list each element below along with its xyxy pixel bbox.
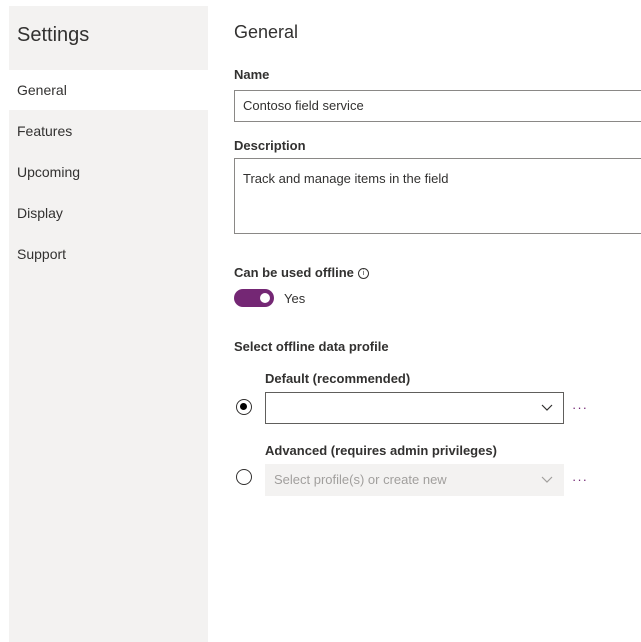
sidebar-item-features[interactable]: Features (9, 111, 208, 151)
sidebar-title: Settings (17, 24, 90, 46)
offline-toggle[interactable] (234, 289, 274, 307)
toggle-knob (260, 293, 270, 303)
page-title: General (234, 22, 299, 42)
description-input[interactable]: Track and manage items in the field (234, 158, 641, 234)
advanced-profile-placeholder: Select profile(s) or create new (274, 472, 447, 487)
default-option-label: Default (recommended) (265, 371, 411, 386)
offline-toggle-state: Yes (284, 291, 306, 306)
advanced-option-radio[interactable] (236, 469, 252, 485)
advanced-profile-dropdown[interactable]: Select profile(s) or create new (265, 464, 564, 496)
settings-sidebar: Settings General Features Upcoming Displ… (9, 6, 208, 642)
offline-profile-label: Select offline data profile (234, 339, 389, 354)
offline-label-text: Can be used offline (234, 265, 354, 280)
offline-label: Can be used offline i (234, 265, 369, 280)
sidebar-item-general[interactable]: General (9, 70, 208, 110)
radio-selected-dot (240, 403, 247, 410)
default-option-radio[interactable] (236, 399, 252, 415)
sidebar-item-upcoming[interactable]: Upcoming (9, 152, 208, 192)
info-icon[interactable]: i (357, 268, 369, 279)
default-profile-dropdown[interactable] (265, 392, 564, 424)
default-more-options-button[interactable]: ··· (572, 400, 588, 415)
name-label: Name (234, 67, 270, 82)
sidebar-item-display[interactable]: Display (9, 193, 208, 233)
chevron-down-icon (541, 404, 553, 411)
description-label: Description (234, 138, 306, 153)
chevron-down-icon (541, 476, 553, 483)
sidebar-item-support[interactable]: Support (9, 234, 208, 274)
advanced-more-options-button[interactable]: ··· (572, 472, 588, 487)
name-input[interactable]: Contoso field service (234, 90, 641, 122)
advanced-option-label: Advanced (requires admin privileges) (265, 443, 497, 458)
